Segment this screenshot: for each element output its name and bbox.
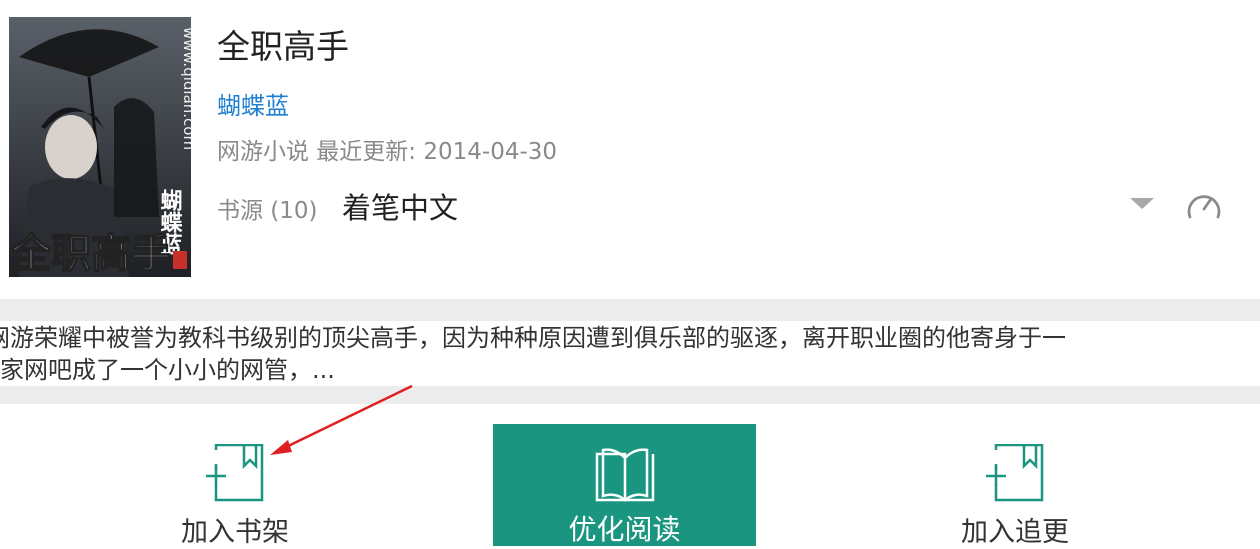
caret-down-icon[interactable] [1130,198,1154,209]
add-shelf-label: 加入书架 [181,517,289,548]
open-book-icon [595,448,655,502]
bookmark-plus-icon [206,444,264,502]
cover-url-text: www.qidian.com [180,27,191,150]
add-follow-button[interactable]: 加入追更 [940,410,1090,548]
add-follow-label: 加入追更 [961,517,1069,548]
section-divider [0,299,1260,321]
book-title: 全职高手 [217,27,349,66]
source-name[interactable]: 着笔中文 [342,185,458,227]
description-line-2: 家网吧成了一个小小的网管，... [0,356,335,384]
book-cover-art: www.qidian.com 蝴蝶蓝 全职高手 [9,17,191,277]
book-meta: 网游小说 最近更新: 2014-04-30 [217,139,558,165]
optimize-read-button[interactable]: 优化阅读 [493,424,756,546]
optimize-read-label: 优化阅读 [568,513,681,546]
cover-title-text: 全职高手 [10,231,171,277]
book-cover[interactable]: www.qidian.com 蝴蝶蓝 全职高手 [9,17,191,277]
section-divider-2 [0,386,1260,404]
author-link[interactable]: 蝴蝶蓝 [217,86,289,121]
bookmark-plus-icon [986,444,1044,502]
source-count-label: 书源 (10) [217,198,318,224]
book-description[interactable]: 网游荣耀中被誉为教科书级别的顶尖高手，因为种种原因遭到俱乐部的驱逐，离开职业圈的… [0,322,1260,386]
description-line-1: 网游荣耀中被誉为教科书级别的顶尖高手，因为种种原因遭到俱乐部的驱逐，离开职业圈的… [0,324,1066,352]
speedometer-icon[interactable] [1185,187,1223,223]
add-shelf-button[interactable]: 加入书架 [160,410,310,548]
